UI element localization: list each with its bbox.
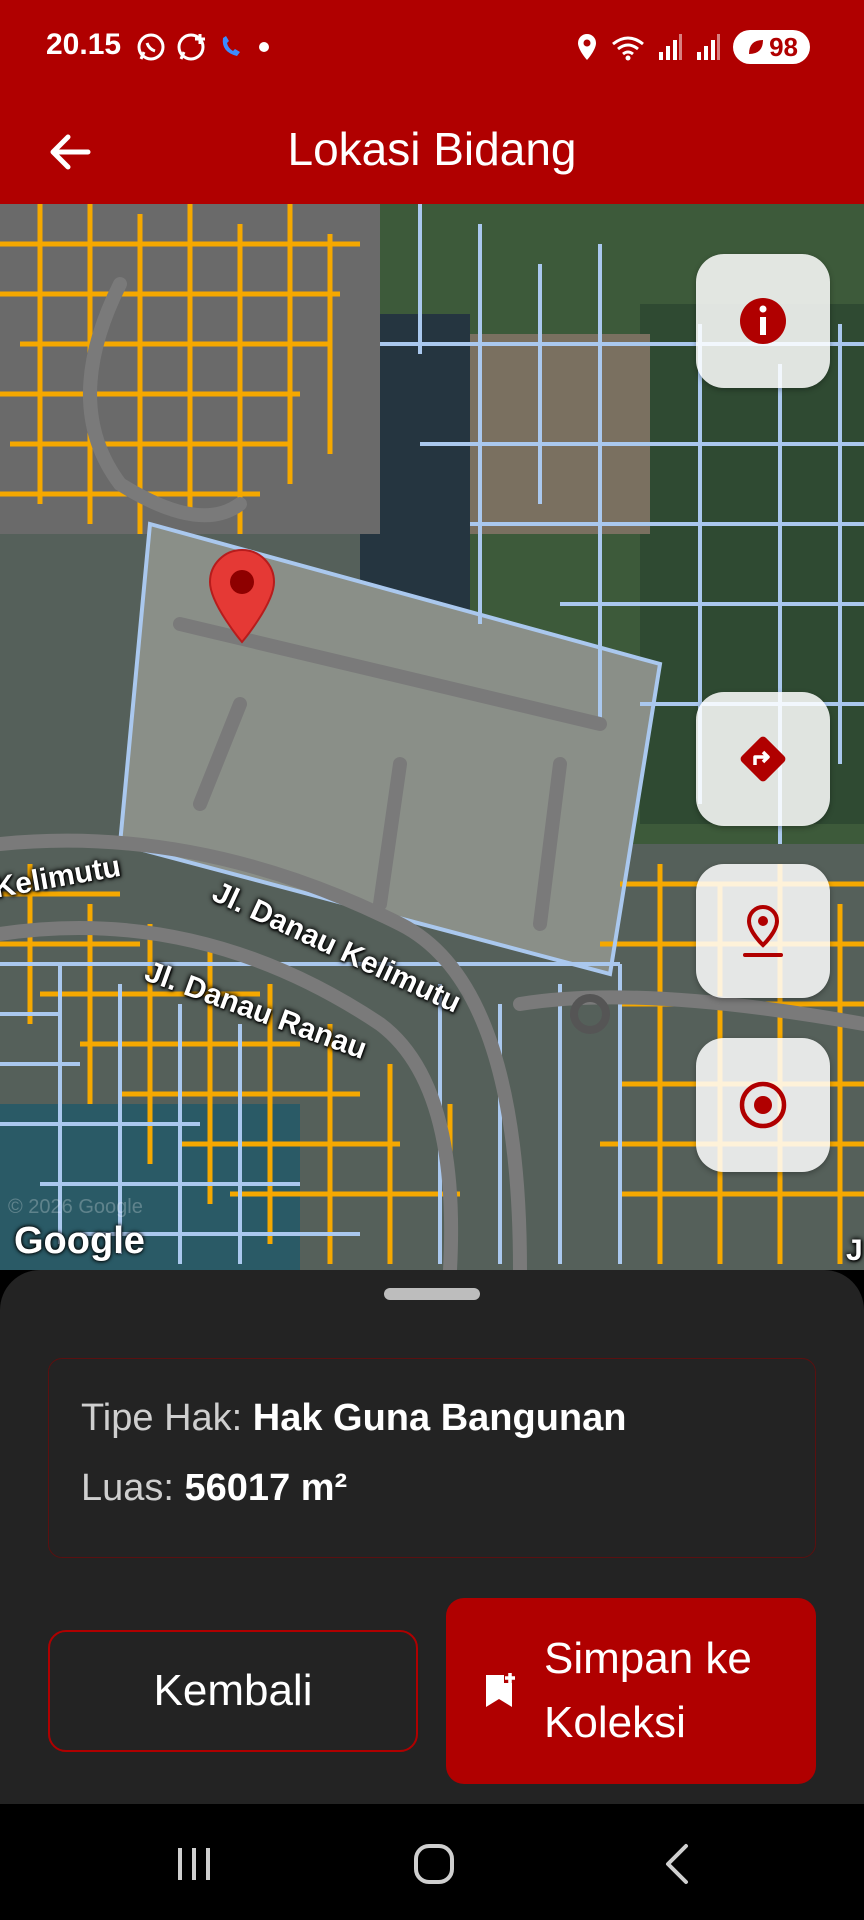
recent-apps-button[interactable]	[164, 1836, 224, 1892]
tipe-hak-label: Tipe Hak:	[81, 1397, 253, 1439]
info-icon	[740, 298, 786, 344]
app-bar: Lokasi Bidang	[0, 100, 864, 204]
wifi-icon	[612, 36, 645, 61]
location-icon	[578, 34, 597, 60]
save-button-label: Simpan ke Koleksi	[544, 1634, 752, 1747]
signal-icon	[697, 34, 721, 60]
location-pin-icon	[743, 904, 783, 957]
status-notification-icons	[136, 32, 274, 62]
signal-icon	[659, 34, 683, 60]
directions-icon	[740, 736, 786, 782]
status-system-icons: 98	[575, 30, 810, 64]
road-label: J	[846, 1234, 863, 1267]
dot-icon	[259, 42, 269, 52]
bottom-sheet: Tipe Hak: Hak Guna Bangunan Luas: 56017 …	[0, 1270, 864, 1804]
phone-call-icon	[222, 36, 240, 56]
location-button[interactable]	[696, 864, 830, 998]
battery-indicator: 98	[733, 30, 810, 64]
back-icon	[666, 1844, 688, 1884]
directions-button[interactable]	[696, 692, 830, 826]
map-view[interactable]: Kelimutu Jl. Danau Kelimutu Jl. Danau Ra…	[0, 204, 864, 1270]
tipe-hak-value: Hak Guna Bangunan	[252, 1397, 627, 1439]
target-icon	[739, 1081, 787, 1129]
my-location-button[interactable]	[696, 1038, 830, 1172]
recent-apps-icon	[178, 1848, 210, 1880]
map-pin-icon[interactable]	[206, 546, 278, 646]
page-title: Lokasi Bidang	[287, 123, 577, 175]
status-bar: 20.15 98	[0, 0, 864, 100]
luas-value: 56017 m²	[184, 1467, 348, 1509]
system-nav-bar	[0, 1804, 864, 1920]
google-attribution: Google	[14, 1220, 145, 1262]
parcel-info-card: Tipe Hak: Hak Guna Bangunan Luas: 56017 …	[48, 1358, 816, 1558]
back-button-label: Kembali	[153, 1666, 313, 1715]
drag-handle[interactable]	[384, 1288, 480, 1300]
whatsapp-business-icon	[177, 33, 205, 61]
save-to-collection-button[interactable]: Simpan ke Koleksi	[446, 1598, 816, 1784]
tipe-hak-row: Tipe Hak: Hak Guna Bangunan	[81, 1397, 626, 1440]
home-icon	[414, 1844, 454, 1884]
back-to-list-button[interactable]: Kembali	[48, 1630, 418, 1752]
info-button[interactable]	[696, 254, 830, 388]
bookmark-add-icon	[486, 1673, 515, 1707]
whatsapp-icon	[137, 33, 165, 61]
map-watermark: © 2026 Google	[8, 1196, 143, 1218]
status-time: 20.15	[46, 28, 122, 61]
battery-level: 98	[769, 31, 798, 62]
luas-label: Luas:	[81, 1467, 185, 1509]
battery-icon	[749, 40, 764, 54]
home-button[interactable]	[404, 1836, 464, 1892]
nav-back-button[interactable]	[646, 1836, 706, 1892]
luas-row: Luas: 56017 m²	[81, 1467, 347, 1510]
